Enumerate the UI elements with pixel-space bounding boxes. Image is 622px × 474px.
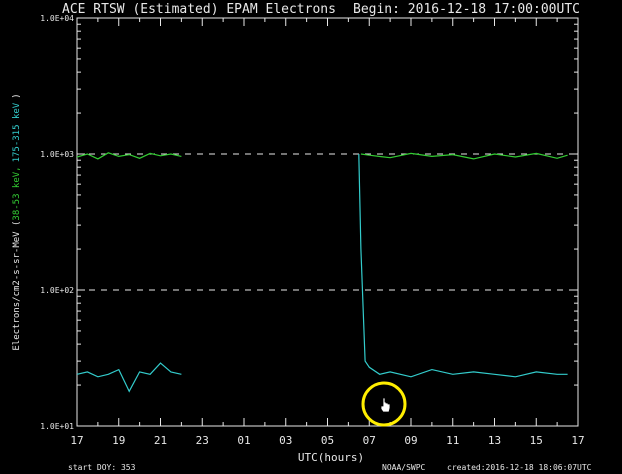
- x-tick-label: 13: [488, 434, 501, 447]
- x-axis-ticks: 17 19 21 23 01 03 05 07 09 11 13 15 17: [70, 18, 585, 447]
- series-lines: [76, 152, 568, 393]
- y-tick-label: 1.0E+03: [40, 150, 74, 159]
- x-tick-label: 09: [404, 434, 417, 447]
- series-line: [358, 153, 568, 378]
- y-axis-label: Electrons/cm2-s-sr-MeV (38-53 keV, 175-31…: [12, 93, 22, 350]
- x-tick-label: 23: [196, 434, 209, 447]
- x-tick-label: 05: [321, 434, 334, 447]
- y-axis-label-prefix: Electrons/cm2-s-sr-MeV (: [12, 221, 22, 351]
- y-tick-label: 1.0E+01: [40, 422, 74, 431]
- y-axis-label-series2: 175-315 keV: [12, 102, 22, 162]
- series-line: [76, 362, 182, 393]
- x-tick-label: 15: [530, 434, 543, 447]
- chart-title: ACE RTSW (Estimated) EPAM Electrons: [62, 2, 336, 17]
- x-tick-label: 17: [571, 434, 584, 447]
- begin-label: Begin: 2016-12-18 17:00:00UTC: [353, 2, 580, 17]
- y-axis-ticks: 1.0E+01 1.0E+02 1.0E+03 1.0E+04: [40, 14, 578, 431]
- epam-electrons-chart: ACE RTSW (Estimated) EPAM Electrons Begi…: [12, 2, 592, 472]
- x-tick-label: 21: [154, 434, 167, 447]
- x-axis-label: UTC(hours): [298, 451, 364, 464]
- hand-pointer-icon: [380, 397, 391, 413]
- x-tick-label: 11: [446, 434, 459, 447]
- y-axis-label-series1: 38-53 keV,: [12, 166, 22, 220]
- x-tick-label: 17: [70, 434, 83, 447]
- y-tick-label: 1.0E+02: [40, 286, 74, 295]
- cursor-highlight: [361, 381, 407, 427]
- x-tick-label: 19: [112, 434, 125, 447]
- x-tick-label: 01: [237, 434, 250, 447]
- footer-source: NOAA/SWPC: [382, 463, 426, 472]
- footer-created: created:2016-12-18 18:06:07UTC: [447, 463, 592, 472]
- plot-frame: [76, 17, 579, 427]
- y-axis-label-suffix: ): [12, 93, 22, 98]
- x-tick-label: 07: [363, 434, 376, 447]
- footer-start-doy: start DOY: 353: [68, 463, 136, 472]
- x-tick-label: 03: [279, 434, 292, 447]
- y-tick-label: 1.0E+04: [40, 14, 74, 23]
- reference-lines: [77, 153, 578, 291]
